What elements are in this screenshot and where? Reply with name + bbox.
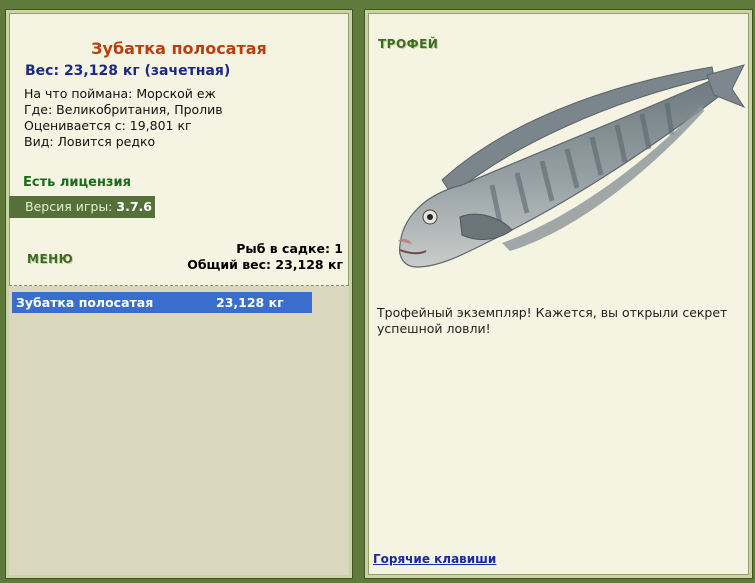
menu-button[interactable]: МЕНЮ <box>27 252 73 266</box>
total-weight: Общий вес: 23,128 кг <box>187 257 343 272</box>
location-info: Где: Великобритания, Пролив <box>24 102 223 117</box>
license-status: Есть лицензия <box>23 175 131 190</box>
catch-info-panel: Зубатка полосатая Вес: 23,128 кг (зачетн… <box>6 10 352 578</box>
fish-weight: Вес: 23,128 кг (зачетная) <box>25 63 231 79</box>
fish-count: Рыб в садке: 1 <box>236 241 343 256</box>
keepnet-stats: Рыб в садке: 1 Общий вес: 23,128 кг <box>187 241 343 273</box>
value-info: Оценивается с: 19,801 кг <box>24 118 192 133</box>
trophy-panel: ТРОФЕЙ Трофейный экземпляр! Кажется, вы … <box>365 10 752 578</box>
catch-list: Зубатка полосатая 23,128 кг <box>9 286 349 575</box>
bait-info: На что поймана: Морской еж <box>24 86 216 101</box>
hotkeys-link[interactable]: Горячие клавиши <box>373 552 496 566</box>
fish-name-title: Зубатка полосатая <box>91 39 267 58</box>
wolffish-image <box>398 64 746 268</box>
version-number: 3.7.6 <box>116 199 152 214</box>
list-item[interactable]: Зубатка полосатая 23,128 кг <box>12 292 312 313</box>
trophy-message: Трофейный экземпляр! Кажется, вы открыли… <box>377 305 728 336</box>
list-item-weight: 23,128 кг <box>216 295 284 310</box>
version-label: Версия игры: <box>25 199 113 214</box>
game-version: Версия игры: 3.7.6 <box>9 196 155 218</box>
kind-info: Вид: Ловится редко <box>24 134 156 149</box>
list-item-name: Зубатка полосатая <box>16 295 154 310</box>
